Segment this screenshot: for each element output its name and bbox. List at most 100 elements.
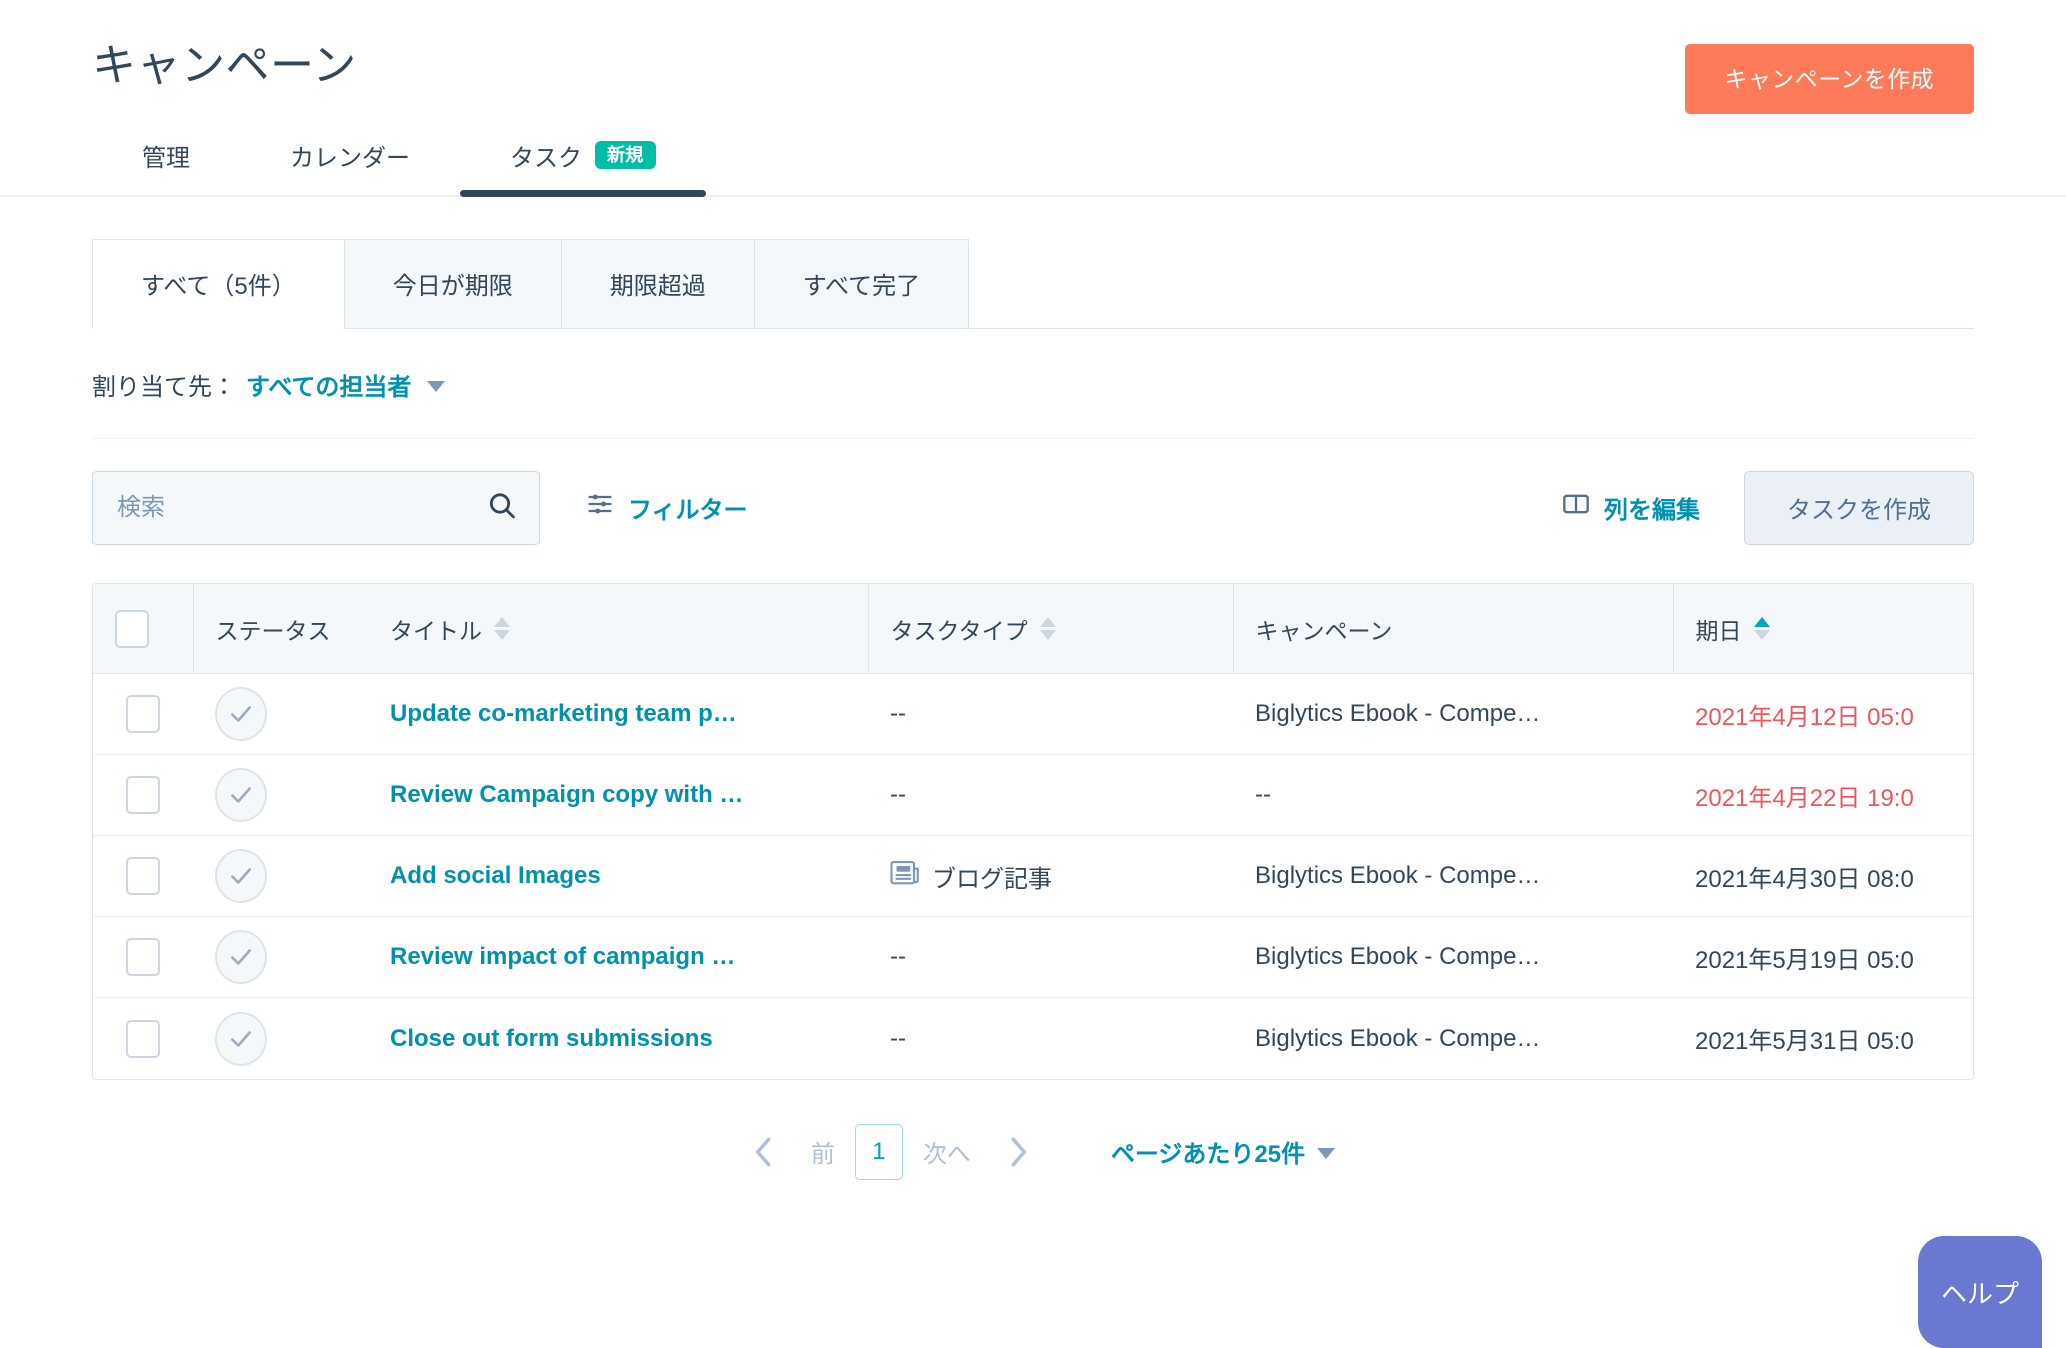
pagination-next-chevron-icon[interactable] [985, 1133, 1051, 1171]
row-title-cell: Update co-marketing team p… [368, 673, 868, 756]
table-row[interactable]: Update co-marketing team p… -- Biglytics… [93, 673, 1973, 756]
per-page-selector[interactable]: ページあたり25件 [1111, 1134, 1336, 1169]
task-filter-tabs: すべて（5件） 今日が期限 期限超過 すべて完了 [92, 238, 1974, 329]
row-status-cell [193, 673, 368, 756]
row-task-type-cell: -- [868, 673, 1233, 756]
task-title-link[interactable]: Add social Images [390, 862, 601, 889]
page-content: すべて（5件） 今日が期限 期限超過 すべて完了 割り当て先： すべての担当者 [0, 238, 2066, 1180]
row-due-date-cell: 2021年4月30日 08:0 [1673, 835, 1973, 918]
task-title-link[interactable]: Review impact of campaign … [390, 943, 735, 970]
chevron-down-icon[interactable] [427, 380, 446, 392]
search-box [92, 470, 540, 545]
header-title-label: タイトル [390, 617, 482, 644]
pagination-prev-label[interactable]: 前 [797, 1134, 849, 1169]
task-complete-check-icon[interactable] [215, 768, 267, 823]
edit-columns-label: 列を編集 [1604, 497, 1700, 525]
row-checkbox[interactable] [126, 1019, 160, 1058]
row-task-type-cell: ブログ記事 [868, 835, 1233, 918]
task-complete-check-icon[interactable] [215, 1011, 267, 1066]
campaigns-tasks-page: キャンペーン キャンペーンを作成 管理 カレンダー タスク 新規 すべて（5件）… [0, 0, 2066, 1348]
tasks-table: ステータス タイトル タスクタイプ キャンペーン 期日 Update co-ma… [93, 583, 1973, 1079]
row-task-type-cell: -- [868, 998, 1233, 1079]
columns-icon [1562, 492, 1590, 523]
row-campaign-cell: Biglytics Ebook - Compe… [1233, 916, 1673, 999]
filter-tab-overdue[interactable]: 期限超過 [561, 238, 755, 328]
header-campaign-label: キャンペーン [1255, 617, 1393, 644]
table-row[interactable]: Add social Images ブログ記事 Biglytics Ebook … [93, 835, 1973, 918]
help-button[interactable]: ヘルプ [1918, 1236, 2042, 1348]
filter-tabs-spacer [969, 239, 1974, 329]
header-task-type[interactable]: タスクタイプ [867, 583, 1233, 675]
create-task-button[interactable]: タスクを作成 [1744, 470, 1974, 545]
task-title-link[interactable]: Close out form submissions [390, 1025, 713, 1052]
pagination-current-page[interactable]: 1 [854, 1123, 903, 1180]
row-title-cell: Add social Images [368, 835, 868, 918]
table-header-row: ステータス タイトル タスクタイプ キャンペーン 期日 [93, 583, 1973, 675]
row-title-cell: Review Campaign copy with … [368, 754, 868, 837]
search-input[interactable] [92, 470, 540, 545]
create-campaign-button[interactable]: キャンペーンを作成 [1684, 44, 1974, 114]
row-task-type-cell: -- [868, 916, 1233, 999]
sort-arrows-title-icon[interactable] [494, 617, 510, 641]
task-title-link[interactable]: Review Campaign copy with … [390, 781, 743, 808]
row-status-cell [193, 916, 368, 999]
assignee-filter-row: 割り当て先： すべての担当者 [92, 367, 1974, 439]
page-header: キャンペーン キャンペーンを作成 [0, 0, 2066, 114]
row-due-date-cell: 2021年4月12日 05:0 [1673, 673, 1973, 756]
filter-tab-due-today[interactable]: 今日が期限 [344, 238, 562, 328]
row-due-date-cell: 2021年4月22日 19:0 [1673, 754, 1973, 837]
pagination-next-label[interactable]: 次へ [909, 1134, 985, 1169]
row-campaign-cell: Biglytics Ebook - Compe… [1233, 835, 1673, 918]
task-complete-check-icon[interactable] [215, 687, 267, 742]
tab-calendar[interactable]: カレンダー [240, 138, 460, 195]
edit-columns-button[interactable]: 列を編集 [1562, 490, 1700, 525]
tab-manage[interactable]: 管理 [92, 138, 240, 195]
row-task-type-cell: -- [868, 754, 1233, 837]
table-row[interactable]: Review impact of campaign … -- Biglytics… [93, 916, 1973, 999]
row-campaign-cell: Biglytics Ebook - Compe… [1233, 673, 1673, 756]
toolbar-right-group: 列を編集 タスクを作成 [1562, 470, 1974, 545]
sort-arrows-task-type-icon[interactable] [1039, 617, 1056, 641]
row-campaign-cell: -- [1233, 754, 1673, 837]
row-checkbox[interactable] [126, 857, 160, 896]
header-title[interactable]: タイトル [368, 583, 868, 675]
row-checkbox[interactable] [126, 776, 160, 815]
header-status-label: ステータス [215, 617, 331, 644]
pagination-prev-chevron-icon[interactable] [731, 1133, 797, 1171]
task-complete-check-icon[interactable] [215, 930, 267, 985]
row-select-cell [93, 998, 193, 1079]
assignee-filter-value[interactable]: すべての担当者 [246, 367, 411, 402]
tasks-table-body: Update co-marketing team p… -- Biglytics… [93, 673, 1973, 1079]
header-status: ステータス [192, 583, 368, 675]
select-all-checkbox[interactable] [115, 609, 149, 648]
row-select-cell [93, 916, 193, 999]
tab-tasks[interactable]: タスク 新規 [460, 138, 706, 197]
row-title-cell: Review impact of campaign … [368, 916, 868, 999]
header-select-all [93, 583, 193, 675]
tasks-table-head: ステータス タイトル タスクタイプ キャンペーン 期日 [93, 583, 1973, 675]
tasks-table-container: ステータス タイトル タスクタイプ キャンペーン 期日 Update co-ma… [92, 582, 1974, 1080]
filter-tab-completed[interactable]: すべて完了 [754, 238, 970, 328]
sort-arrows-due-date-icon[interactable] [1753, 617, 1770, 641]
filter-tab-all[interactable]: すべて（5件） [92, 238, 345, 329]
filter-sliders-icon [586, 490, 614, 525]
task-title-link[interactable]: Update co-marketing team p… [390, 700, 737, 727]
header-task-type-label: タスクタイプ [890, 617, 1028, 644]
header-due-date[interactable]: 期日 [1672, 583, 1973, 675]
filter-button-label: フィルター [628, 497, 748, 525]
filter-button[interactable]: フィルター [586, 490, 748, 525]
table-row[interactable]: Review Campaign copy with … -- -- 2021年4… [93, 754, 1973, 837]
row-select-cell [93, 754, 193, 837]
row-select-cell [93, 673, 193, 756]
new-badge: 新規 [595, 141, 656, 170]
row-checkbox[interactable] [126, 695, 160, 734]
row-title-cell: Close out form submissions [368, 998, 868, 1079]
tab-manage-label: 管理 [142, 144, 190, 172]
task-complete-check-icon[interactable] [215, 849, 267, 904]
assignee-filter-label: 割り当て先： [92, 373, 236, 401]
row-select-cell [93, 835, 193, 918]
row-checkbox[interactable] [126, 938, 160, 977]
primary-nav-tabs: 管理 カレンダー タスク 新規 [0, 135, 2066, 197]
task-type-value: -- [890, 781, 906, 809]
table-row[interactable]: Close out form submissions -- Biglytics … [93, 998, 1973, 1079]
